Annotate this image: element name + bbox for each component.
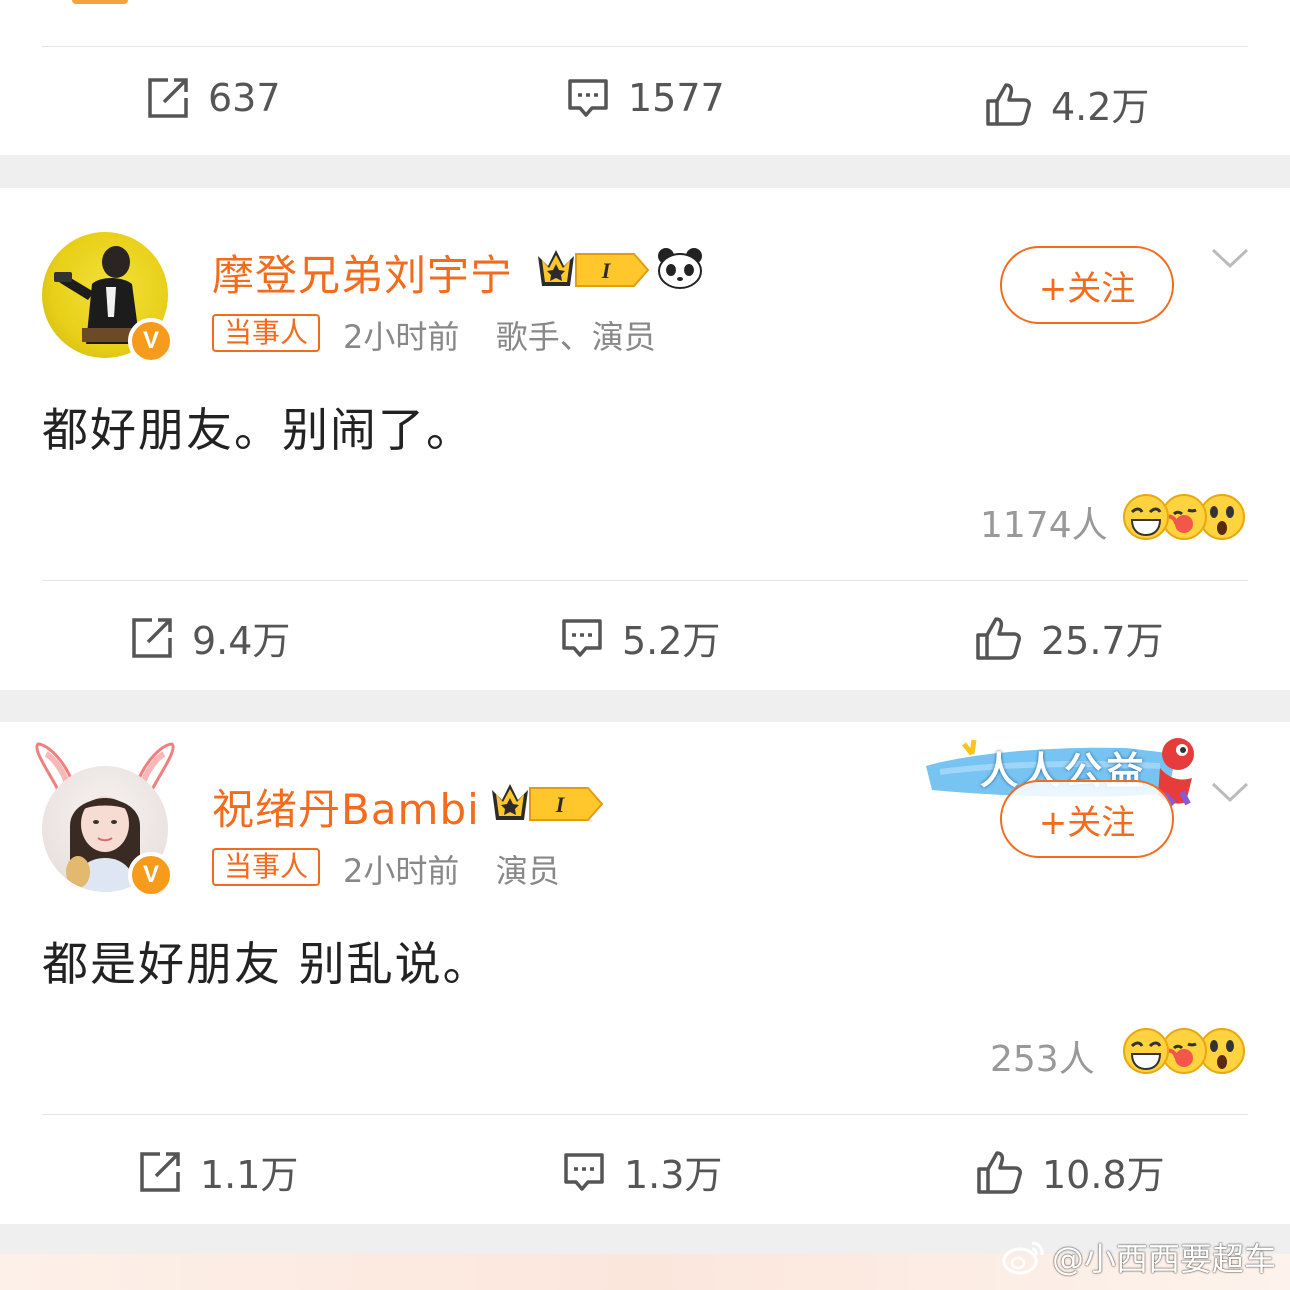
- truncated-badge: [72, 0, 128, 4]
- username[interactable]: 摩登兄弟刘宇宁: [212, 242, 513, 303]
- divider: [42, 580, 1248, 581]
- member-badge: I: [536, 248, 652, 296]
- repost-count: 9.4万: [192, 619, 291, 663]
- chevron-down-icon[interactable]: [1210, 246, 1250, 270]
- like-icon: [977, 1150, 1022, 1194]
- reaction-count[interactable]: 253人: [990, 1030, 1095, 1082]
- weibo-logo-icon: [1002, 1241, 1044, 1275]
- repost-icon: [132, 617, 172, 658]
- tag-party: 当事人: [212, 848, 321, 886]
- profession: 演员: [495, 852, 560, 890]
- profession: 歌手、演员: [495, 318, 656, 356]
- verified-badge: V: [128, 852, 174, 898]
- like-count: 25.7万: [1041, 619, 1164, 663]
- like-button[interactable]: 4.2万: [985, 76, 1149, 131]
- watermark: @小西西要超车: [1002, 1234, 1276, 1280]
- comment-count: 1577: [628, 76, 725, 120]
- repost-count: 637: [208, 76, 281, 120]
- comment-count: 1.3万: [624, 1153, 723, 1197]
- divider: [42, 46, 1248, 47]
- username[interactable]: 祝绪丹Bambi: [212, 776, 480, 837]
- chevron-down-icon[interactable]: [1210, 780, 1250, 804]
- repost-button[interactable]: 637: [146, 76, 281, 120]
- reaction-count[interactable]: 1174人: [980, 496, 1108, 548]
- like-button[interactable]: 25.7万: [975, 610, 1164, 665]
- crown-icon: I: [538, 250, 650, 287]
- tag-party: 当事人: [212, 314, 321, 352]
- post-meta: 2小时前 演员: [343, 846, 560, 892]
- follow-button[interactable]: +关注: [1000, 246, 1174, 324]
- comment-icon: [568, 79, 608, 117]
- like-count: 4.2万: [1051, 85, 1150, 129]
- repost-button[interactable]: 9.4万: [130, 610, 290, 665]
- top-post-card: 637 1577 4.2万: [0, 0, 1290, 155]
- follow-button[interactable]: +关注: [1000, 780, 1174, 858]
- repost-count: 1.1万: [200, 1153, 299, 1197]
- like-icon: [986, 82, 1031, 126]
- post-time: 2小时前: [343, 852, 460, 890]
- comment-card-1: V 摩登兄弟刘宇宁 I 当事人 2小时前 歌手、演员 +关注 都好朋友。别闹了。…: [0, 188, 1290, 690]
- reaction-emojis[interactable]: [1122, 492, 1246, 542]
- member-level: I: [601, 258, 612, 283]
- repost-button[interactable]: 1.1万: [138, 1144, 298, 1199]
- member-badge: I: [490, 782, 606, 830]
- card-separator: [0, 690, 1290, 722]
- verified-badge: V: [128, 318, 174, 364]
- comment-button[interactable]: 1577: [566, 76, 725, 120]
- crown-icon: I: [492, 784, 604, 821]
- comment-button[interactable]: 5.2万: [560, 610, 720, 665]
- like-icon: [976, 616, 1021, 660]
- watermark-text: @小西西要超车: [1051, 1240, 1276, 1278]
- repost-icon: [140, 1151, 180, 1192]
- post-time: 2小时前: [343, 318, 460, 356]
- comment-card-2: V 祝绪丹Bambi I 当事人 2小时前 演员 人人公益 +关注 都是好朋友 …: [0, 722, 1290, 1224]
- repost-icon: [148, 78, 188, 118]
- like-count: 10.8万: [1042, 1153, 1165, 1197]
- post-content: 都好朋友。别闹了。: [42, 403, 474, 457]
- post-meta: 2小时前 歌手、演员: [343, 312, 656, 358]
- like-button[interactable]: 10.8万: [976, 1144, 1165, 1199]
- member-level: I: [555, 792, 566, 817]
- comment-button[interactable]: 1.3万: [562, 1144, 722, 1199]
- reaction-emojis[interactable]: [1122, 1026, 1246, 1076]
- comment-count: 5.2万: [622, 619, 721, 663]
- divider: [42, 1114, 1248, 1115]
- post-content: 都是好朋友 别乱说。: [42, 937, 491, 991]
- panda-icon: [656, 246, 704, 294]
- comment-icon: [562, 618, 602, 657]
- comment-icon: [564, 1152, 604, 1191]
- card-separator: [0, 155, 1290, 188]
